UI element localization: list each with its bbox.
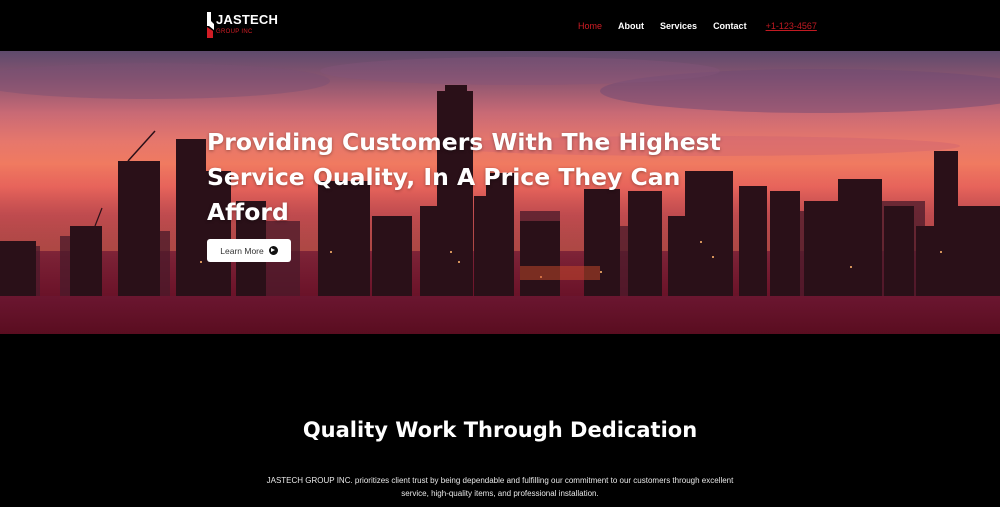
nav-phone-link[interactable]: +1-123-4567 (766, 21, 817, 31)
main-nav: Home About Services Contact +1-123-4567 (578, 19, 817, 33)
hero-title: Providing Customers With The Highest Ser… (207, 128, 721, 226)
arrow-circle-right-icon (268, 246, 278, 255)
site-header: JASTECH GROUP INC Home About Services Co… (0, 0, 1000, 51)
nav-home[interactable]: Home (578, 21, 602, 31)
nav-about[interactable]: About (618, 21, 644, 31)
nav-contact[interactable]: Contact (713, 21, 747, 31)
section-description: JASTECH GROUP INC. prioritizes client tr… (266, 476, 734, 498)
learn-more-label: Learn More (220, 245, 264, 256)
logo-subtitle: GROUP INC (216, 29, 253, 35)
logo-name: JASTECH (216, 12, 279, 27)
learn-more-button[interactable]: Learn More (207, 239, 291, 262)
logo-mark-icon (207, 12, 214, 38)
nav-services[interactable]: Services (660, 21, 697, 31)
logo[interactable]: JASTECH GROUP INC (207, 11, 279, 41)
hero-section: Providing Customers With The Highest Ser… (0, 51, 1000, 334)
section-title: Quality Work Through Dedication (302, 418, 698, 442)
